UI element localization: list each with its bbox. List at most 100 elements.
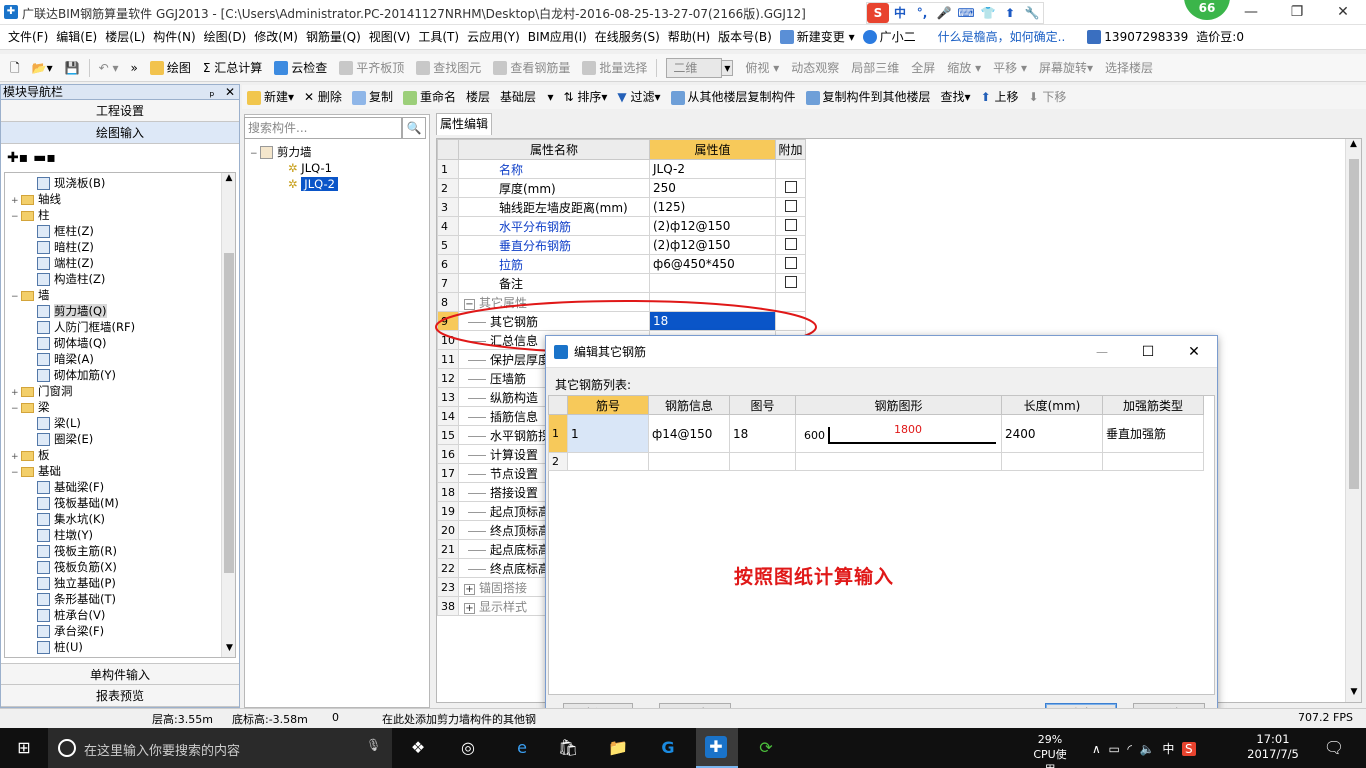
nav-tree-item[interactable]: 框柱(Z): [27, 223, 94, 239]
property-row[interactable]: 3 轴线距左墙皮距离(mm) (125): [437, 197, 806, 217]
length-cell[interactable]: [1001, 452, 1103, 471]
microphone-icon[interactable]: 🎤: [933, 3, 955, 23]
view-rebar-button[interactable]: 查看钢筋量: [487, 54, 576, 82]
menu-file[interactable]: 文件(F): [4, 25, 52, 50]
pan-button[interactable]: 平移 ▾: [987, 54, 1033, 82]
nav-tree-item[interactable]: − 基础: [11, 463, 61, 479]
copy-from-floor-button[interactable]: 从其他楼层复制构件: [666, 85, 801, 109]
filter-button[interactable]: ▼ 过滤▾: [612, 85, 665, 109]
notification-badge[interactable]: 66: [1184, 0, 1230, 20]
minimize-button[interactable]: —: [1228, 0, 1274, 25]
menu-modify[interactable]: 修改(M): [250, 25, 302, 50]
wifi-icon[interactable]: ◜: [1127, 742, 1132, 756]
nav-tree-item[interactable]: 桩承台(V): [27, 607, 105, 623]
property-value-cell[interactable]: 250: [649, 178, 776, 198]
batch-select-button[interactable]: 批量选择: [576, 54, 653, 82]
close-icon[interactable]: ✕: [221, 85, 239, 100]
update-icon[interactable]: ⟳: [754, 736, 778, 760]
expand-icon[interactable]: +: [464, 602, 475, 614]
dialog-minimize-button[interactable]: —: [1079, 345, 1125, 359]
draw-button[interactable]: 绘图: [144, 54, 197, 82]
figure-no-cell[interactable]: 18: [729, 414, 796, 453]
chevron-up-icon[interactable]: ∧: [1092, 742, 1101, 756]
property-value-cell[interactable]: ф6@450*450: [649, 254, 776, 274]
rebar-shape-cell[interactable]: [795, 452, 1002, 471]
upload-icon[interactable]: ⬆: [999, 3, 1021, 23]
checkbox[interactable]: [784, 256, 797, 269]
microphone-icon[interactable]: 🎙: [366, 738, 381, 752]
sort-button[interactable]: ⇅ 排序▾: [558, 85, 612, 109]
menu-tools[interactable]: 工具(T): [414, 25, 463, 50]
summary-calc-button[interactable]: Σ 汇总计算: [197, 54, 268, 82]
dialog-close-button[interactable]: ✕: [1171, 344, 1217, 360]
comp-item-jlq2[interactable]: ✲ JLQ-2: [288, 176, 338, 192]
collapse-all-icon[interactable]: ▬▪: [33, 150, 56, 166]
skin-icon[interactable]: 👕: [977, 3, 999, 23]
menu-view[interactable]: 视图(V): [365, 25, 415, 50]
figure-no-cell[interactable]: [729, 452, 796, 471]
nav-tree-item[interactable]: 端柱(Z): [27, 255, 94, 271]
copy-button[interactable]: 复制: [347, 85, 398, 109]
glodon-g-icon[interactable]: G: [656, 736, 680, 760]
length-cell[interactable]: 2400: [1001, 414, 1103, 453]
tray-ime[interactable]: 中: [1162, 742, 1174, 756]
scroll-down-icon[interactable]: ▼: [222, 643, 235, 653]
rebar-row[interactable]: 1 1 ф14@150 18 600 1800 2400 垂直加强筋: [548, 414, 1204, 453]
report-preview-button[interactable]: 报表预览: [1, 685, 239, 707]
nav-tree-item[interactable]: 梁(L): [27, 415, 81, 431]
property-row[interactable]: 8− 其它属性: [437, 292, 806, 312]
scroll-thumb[interactable]: [1349, 159, 1359, 489]
rebar-type-cell[interactable]: [1102, 452, 1204, 471]
collapse-icon[interactable]: −: [11, 401, 21, 417]
floor-select[interactable]: 基础层 ▾: [495, 85, 558, 109]
scroll-up-icon[interactable]: ▲: [222, 173, 235, 183]
checkbox[interactable]: [784, 218, 797, 231]
active-app-slot[interactable]: ✚: [696, 728, 738, 768]
property-row[interactable]: 9 其它钢筋 18: [437, 311, 806, 331]
taskbar-search[interactable]: 在这里输入你要搜索的内容 🎙: [48, 728, 392, 768]
rebar-row[interactable]: 2: [548, 452, 1204, 471]
nav-tree-item[interactable]: 砌体墙(Q): [27, 335, 107, 351]
property-value-cell[interactable]: 18: [649, 311, 776, 331]
keyboard-icon[interactable]: ⌨: [955, 3, 977, 23]
menu-draw[interactable]: 绘图(D): [200, 25, 251, 50]
orbit-button[interactable]: 动态观察: [785, 54, 845, 82]
fullscreen-button[interactable]: 全屏: [905, 54, 941, 82]
collapse-icon[interactable]: −: [11, 209, 21, 225]
nav-tree-item[interactable]: 构造柱(Z): [27, 271, 105, 287]
align-slab-button[interactable]: 平齐板顶: [333, 54, 410, 82]
edge-icon[interactable]: e: [510, 736, 534, 760]
collapse-icon[interactable]: −: [11, 289, 21, 305]
scroll-down-icon[interactable]: ▼: [1346, 687, 1362, 697]
tree-scrollbar[interactable]: ▲ ▼: [221, 173, 235, 657]
nav-tree-item[interactable]: + 门窗洞: [11, 383, 73, 399]
rebar-type-cell[interactable]: 垂直加强筋: [1102, 414, 1204, 453]
move-up-button[interactable]: ⬆ 上移: [976, 85, 1024, 109]
ime-item[interactable]: °,: [911, 3, 933, 23]
nav-tree-item[interactable]: 基础梁(F): [27, 479, 104, 495]
rebar-info-cell[interactable]: ф14@150: [648, 414, 730, 453]
find-button[interactable]: 查找▾: [936, 85, 976, 109]
menu-online[interactable]: 在线服务(S): [591, 25, 664, 50]
property-value-cell[interactable]: [649, 292, 776, 312]
copy-to-floor-button[interactable]: 复制构件到其他楼层: [801, 85, 936, 109]
nav-tree-item[interactable]: 柱墩(Y): [27, 527, 93, 543]
collapse-icon[interactable]: −: [11, 465, 21, 481]
checkbox[interactable]: [784, 237, 797, 250]
checkbox[interactable]: [784, 180, 797, 193]
network-icon[interactable]: ▭: [1108, 742, 1119, 756]
nav-tree-item[interactable]: 剪力墙(Q): [27, 303, 107, 319]
view-mode-select[interactable]: 二维 ▾: [660, 54, 739, 82]
property-row[interactable]: 2 厚度(mm) 250: [437, 178, 806, 198]
nav-tree-item[interactable]: − 墙: [11, 287, 50, 303]
delete-button[interactable]: ✕ 删除: [299, 85, 347, 109]
nav-tree-item[interactable]: + 轴线: [11, 191, 61, 207]
sogou-icon[interactable]: S: [867, 3, 889, 23]
sogou-tray-icon[interactable]: S: [1181, 742, 1196, 756]
nav-tree-item[interactable]: 集水坑(K): [27, 511, 105, 527]
cpu-meter[interactable]: 29% CPU使用: [1028, 732, 1072, 768]
nav-tree-item[interactable]: 人防门框墙(RF): [27, 319, 135, 335]
restore-button[interactable]: ❐: [1274, 0, 1320, 25]
nav-tree-item[interactable]: 筏板负筋(X): [27, 559, 117, 575]
bar-no-cell[interactable]: [567, 452, 649, 471]
